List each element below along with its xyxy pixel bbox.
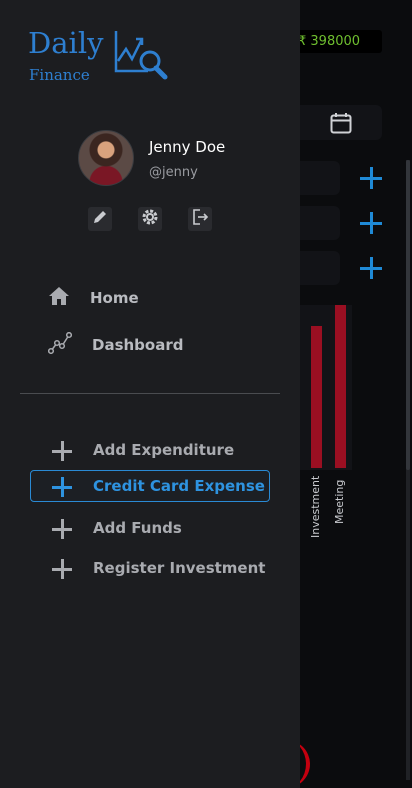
chart-label-meeting: Meeting — [333, 479, 346, 524]
navigation-drawer: Daily Finance Jenny Doe @jenny Home Dash… — [0, 0, 300, 788]
nav-label-dashboard: Dashboard — [92, 336, 184, 354]
plus-icon — [52, 519, 72, 539]
app-logo: Daily Finance — [28, 26, 178, 86]
action-label-credit-card-expense: Credit Card Expense — [93, 477, 265, 495]
calendar-icon[interactable] — [330, 112, 352, 138]
edit-profile-button[interactable] — [88, 207, 112, 231]
action-label-register-investment: Register Investment — [93, 559, 266, 577]
logo-chart-magnifier-icon — [114, 29, 170, 85]
chart-label-investment: Investment — [309, 475, 322, 538]
user-name: Jenny Doe — [149, 138, 226, 156]
action-add-expenditure[interactable]: Add Expenditure — [30, 434, 270, 466]
home-icon — [48, 286, 90, 310]
divider — [20, 393, 280, 394]
add-expense-plus-icon[interactable] — [359, 166, 383, 190]
action-register-investment[interactable]: Register Investment — [30, 552, 270, 584]
plus-icon — [52, 559, 72, 579]
logout-icon — [191, 208, 209, 230]
scrollbar-thumb[interactable] — [406, 160, 410, 470]
action-label-add-expenditure: Add Expenditure — [93, 441, 235, 459]
user-handle: @jenny — [149, 165, 198, 180]
plus-icon — [52, 441, 72, 461]
settings-icon — [141, 208, 159, 230]
nav-item-dashboard[interactable]: Dashboard — [47, 331, 184, 358]
chart-line-icon — [47, 331, 92, 358]
action-add-funds[interactable]: Add Funds — [30, 512, 270, 544]
settings-button[interactable] — [138, 207, 162, 231]
action-credit-card-expense[interactable]: Credit Card Expense — [30, 470, 270, 502]
add-investment-plus-icon[interactable] — [359, 256, 383, 280]
avatar[interactable] — [78, 130, 134, 186]
logout-button[interactable] — [188, 207, 212, 231]
logo-text-finance: Finance — [29, 66, 90, 84]
add-funds-plus-icon[interactable] — [359, 211, 383, 235]
chart-bar-investment — [311, 326, 322, 468]
logo-text-daily: Daily — [28, 26, 104, 60]
nav-label-home: Home — [90, 289, 139, 307]
edit-icon — [92, 209, 108, 229]
chart-bar-meeting — [335, 305, 346, 468]
plus-icon — [52, 477, 72, 497]
nav-item-home[interactable]: Home — [48, 286, 139, 310]
action-label-add-funds: Add Funds — [93, 519, 182, 537]
